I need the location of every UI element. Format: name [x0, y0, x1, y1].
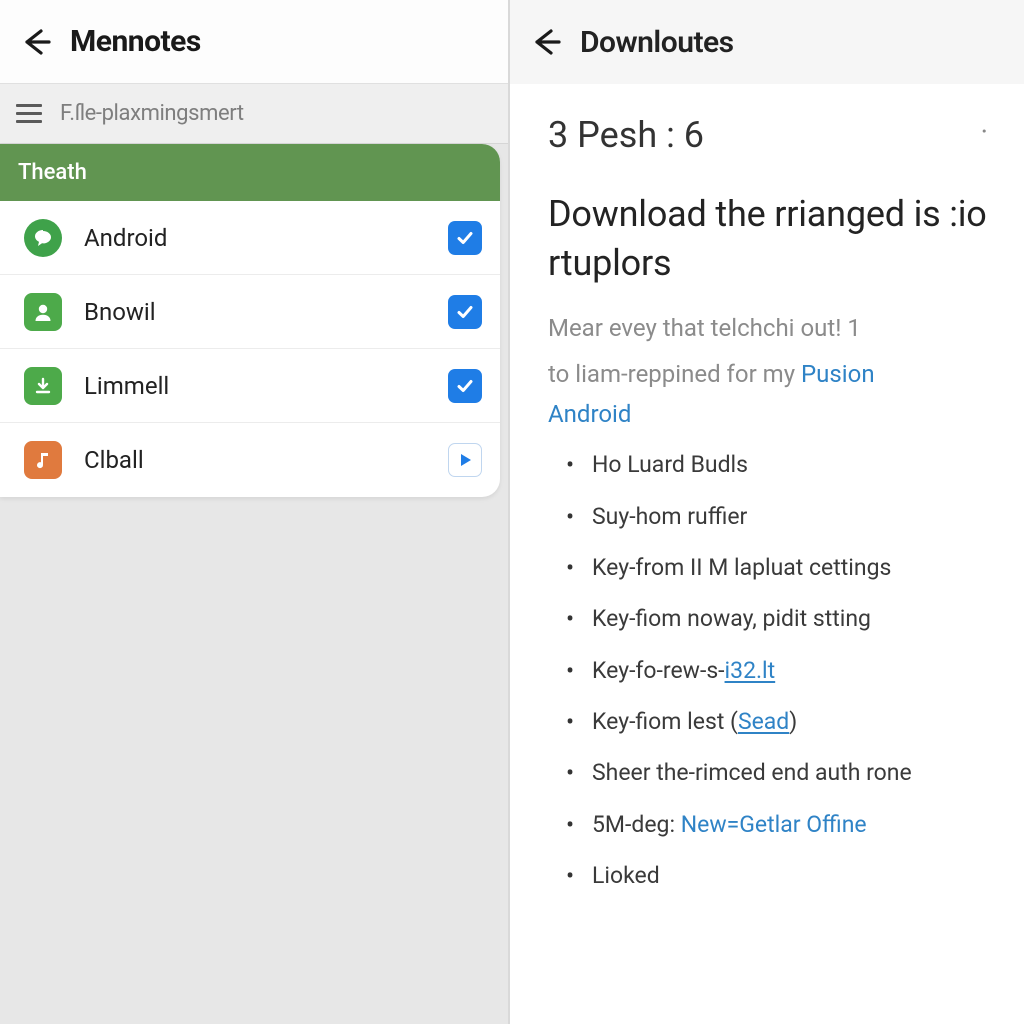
- bullet-item: Ho Luard Budls: [592, 448, 988, 481]
- play-icon[interactable]: [448, 443, 482, 477]
- pusion-link[interactable]: Pusion: [801, 360, 875, 388]
- bullet-text: Key-fiom noway, pidit stting: [592, 605, 871, 632]
- bullet-item: Key-from II M lapluat cettings: [592, 551, 988, 584]
- music-note-icon: [24, 441, 62, 479]
- list-item-limmell[interactable]: Limmell: [0, 349, 500, 423]
- content-subtext-2: to liam-reppined for my Pusion: [548, 355, 988, 395]
- checkbox-icon[interactable]: [448, 295, 482, 329]
- chat-bubble-icon: [24, 219, 62, 257]
- bullet-link[interactable]: New=Getlar Offine: [681, 811, 867, 838]
- checkbox-icon[interactable]: [448, 221, 482, 255]
- bullet-text: Key-from II M lapluat cettings: [592, 554, 891, 581]
- download-icon: [24, 367, 62, 405]
- list-item-label: Clball: [84, 446, 448, 474]
- bullet-item: Key-fiom noway, pidit stting: [592, 602, 988, 635]
- bullet-item: Lioked: [592, 859, 988, 892]
- bullet-link[interactable]: Sead: [738, 708, 789, 735]
- bullet-text: Sheer the-rimced end auth rone: [592, 759, 912, 786]
- bullet-item: Sheer the-rimced end auth rone: [592, 756, 988, 789]
- bullet-link[interactable]: i32.lt: [725, 657, 776, 684]
- list-card: Theath Android Bnowil: [0, 144, 500, 497]
- search-row[interactable]: F.ſle-plaxmingsmert: [0, 84, 508, 144]
- bullet-text: Key-fiom lest (: [592, 708, 738, 735]
- bullet-text: Suy-hom ruffier: [592, 503, 747, 530]
- bullet-item: Suy-hom ruffier: [592, 500, 988, 533]
- bullet-item: Key-fo-rew-s-i32.lt: [592, 654, 988, 687]
- back-button-right[interactable]: [522, 18, 570, 66]
- bullet-text: Key-fo-rew-s-: [592, 657, 725, 684]
- checkbox-icon[interactable]: [448, 369, 482, 403]
- subtext-2-pre: to liam-reppined for my: [548, 360, 801, 388]
- list-item-label: Bnowil: [84, 298, 448, 326]
- pesh-line: 3 Pesh : 6: [548, 114, 704, 156]
- bullet-item: Key-fiom lest (Sead): [592, 705, 988, 738]
- bullet-text: 5M-deg:: [592, 811, 681, 838]
- search-placeholder: F.ſle-plaxmingsmert: [60, 101, 244, 126]
- list-section-header: Theath: [0, 144, 500, 201]
- list-item-bnowil[interactable]: Bnowil: [0, 275, 500, 349]
- right-content: 3 Pesh : 6 · Download the rrianged is :i…: [510, 84, 1024, 910]
- arrow-left-icon: [531, 27, 561, 57]
- bullet-text: Lioked: [592, 862, 660, 889]
- bullet-text: Ho Luard Budls: [592, 451, 748, 478]
- bullet-list: Ho Luard Budls Suy-hom ruffier Key-from …: [548, 448, 988, 892]
- android-link[interactable]: Android: [548, 400, 988, 428]
- content-subtext-1: Mear evey that telchchi out! 1: [548, 309, 988, 349]
- bullet-text: ): [789, 708, 797, 735]
- hamburger-icon[interactable]: [16, 101, 42, 127]
- content-heading: Download the rrianged is :io rtuplors: [548, 190, 988, 287]
- left-topbar: Mennotes: [0, 0, 508, 84]
- list-item-label: Android: [84, 224, 448, 252]
- list-item-clball[interactable]: Clball: [0, 423, 500, 497]
- bullet-item: 5M-deg: New=Getlar Offine: [592, 808, 988, 841]
- back-button-left[interactable]: [12, 18, 60, 66]
- right-title: Downloutes: [580, 25, 734, 60]
- overflow-dot-icon[interactable]: ·: [981, 115, 988, 148]
- list-item-android[interactable]: Android: [0, 201, 500, 275]
- arrow-left-icon: [21, 27, 51, 57]
- right-topbar: Downloutes: [510, 0, 1024, 84]
- left-title: Mennotes: [70, 24, 201, 59]
- list-item-label: Limmell: [84, 372, 448, 400]
- person-icon: [24, 293, 62, 331]
